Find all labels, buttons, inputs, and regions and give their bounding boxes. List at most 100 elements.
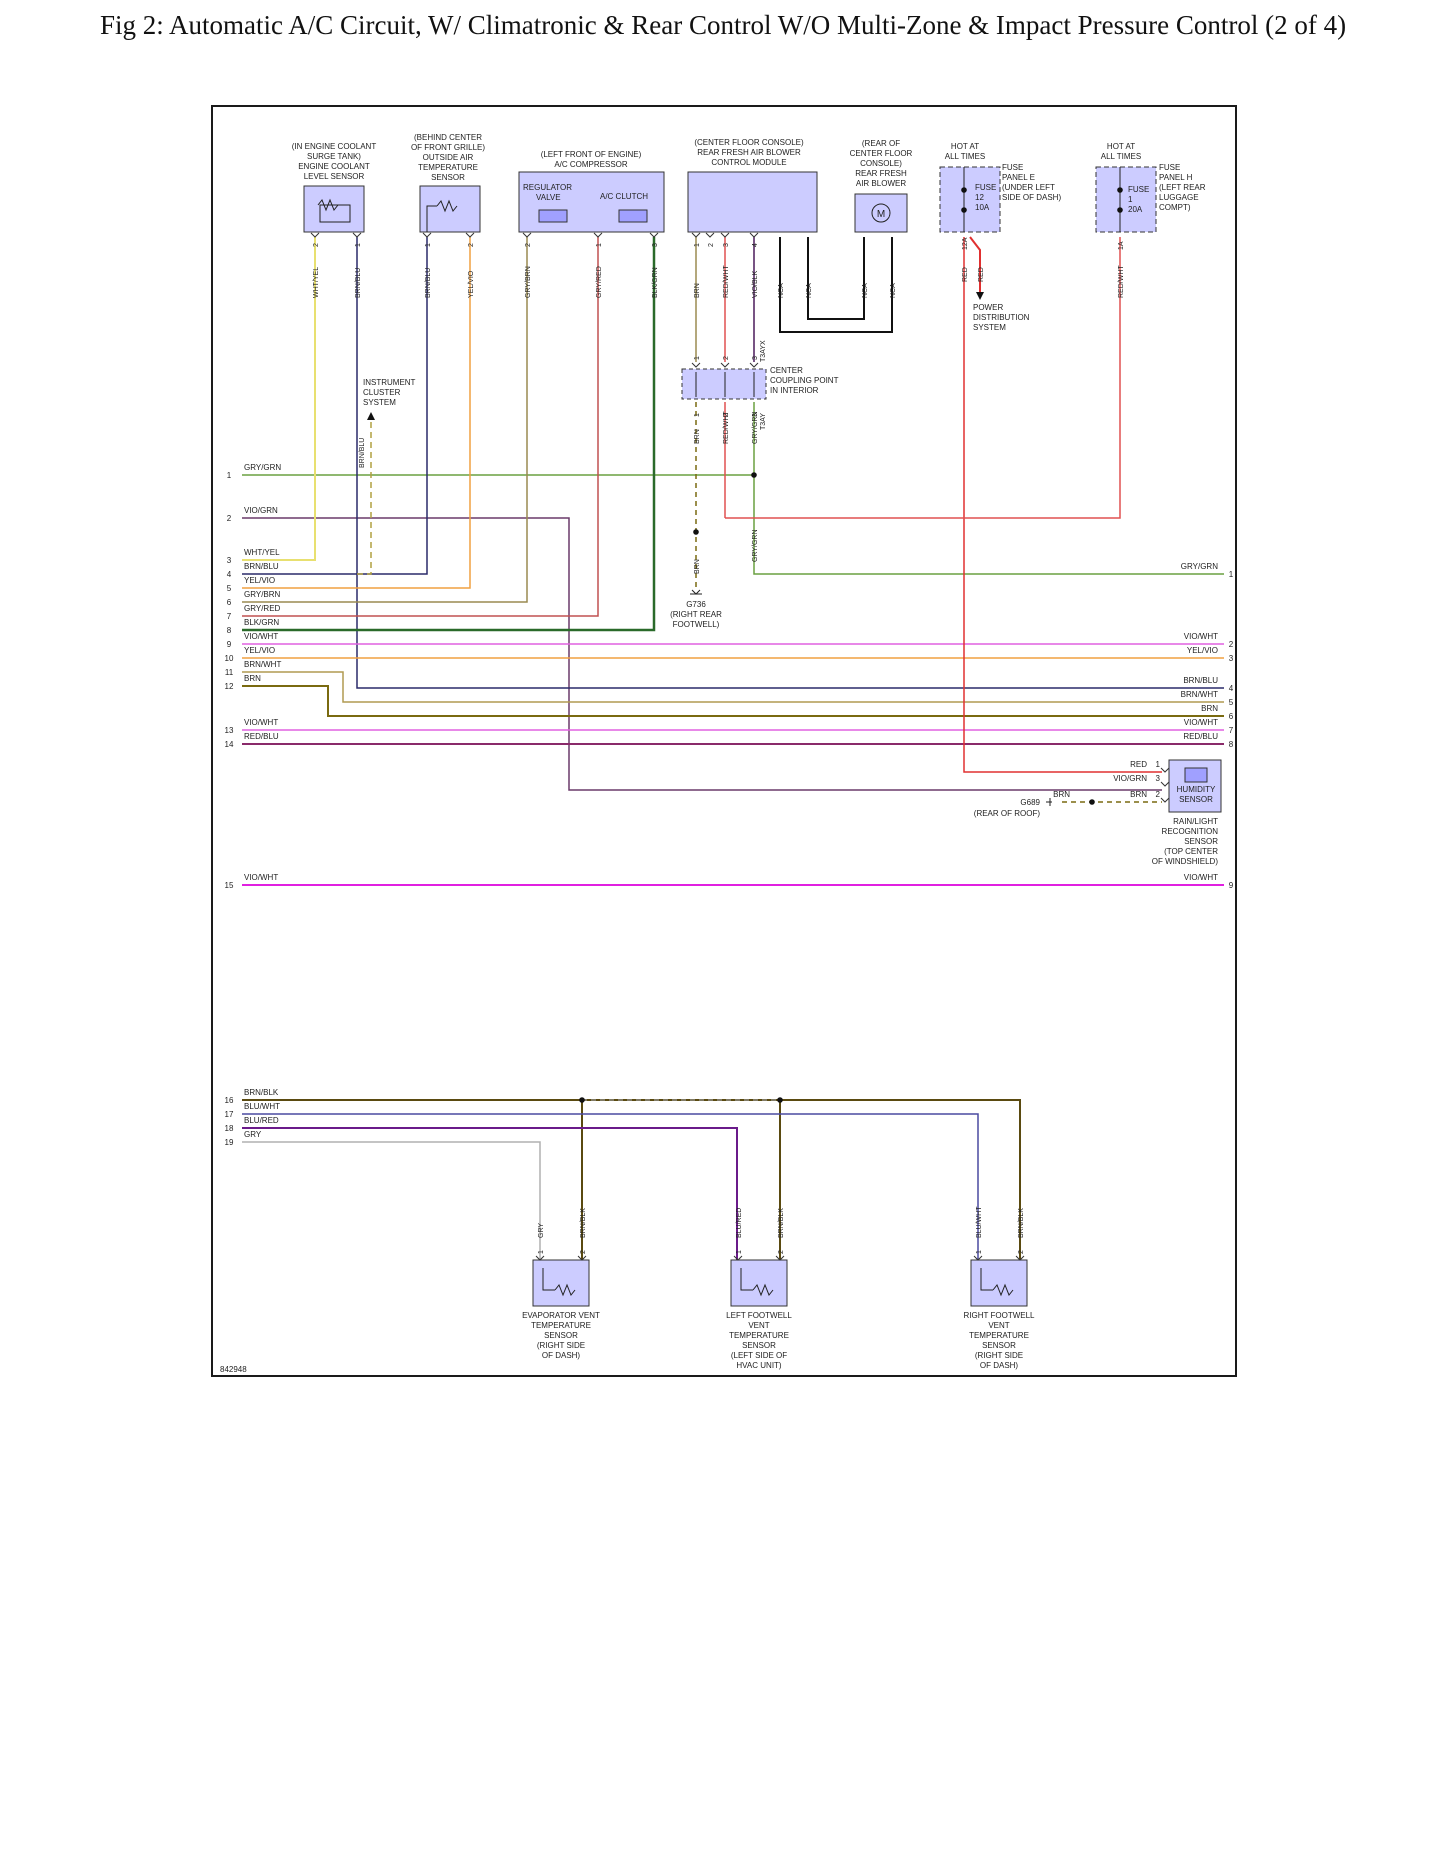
pin-number: 1 <box>694 243 701 247</box>
connector-label: T3AY <box>760 413 767 430</box>
regulator-valve-icon <box>538 209 568 223</box>
hot-at-all-times-label-line: ALL TIMES <box>945 152 985 161</box>
wire-label: BLK/GRN <box>652 267 659 298</box>
wire-gry-brn <box>242 237 528 603</box>
right-footwell-vent-temp-sensor-label-line: VENT <box>988 1321 1009 1330</box>
fuse-panel-h <box>1095 166 1157 233</box>
pin-number: 3 <box>723 243 730 247</box>
fuse-panel-e-label-line: PANEL E <box>1002 173 1035 182</box>
humidity-sensor-name-line: SENSOR <box>1179 795 1213 804</box>
left-terminal-wire-label: GRY/BRN <box>244 590 281 599</box>
wire-label: BRN <box>1053 790 1070 799</box>
power-distribution-label-line: DISTRIBUTION <box>973 313 1030 322</box>
rear-blower-label-line: (REAR OF <box>862 139 900 148</box>
splice-point <box>1089 799 1095 805</box>
wire-label: BRN/BLK <box>580 1208 587 1238</box>
center-coupling-point <box>681 368 767 400</box>
left-terminal-number: 1 <box>227 471 232 480</box>
fuse-panel-e <box>939 166 1001 233</box>
evaporator-vent-temp-sensor <box>532 1259 590 1307</box>
pin-number: 2 <box>525 243 532 247</box>
blower-module-label-line: REAR FRESH AIR BLOWER <box>697 148 801 157</box>
evaporator-vent-temp-sensor-label-line: EVAPORATOR VENT <box>522 1311 600 1320</box>
instrument-cluster-label-line: SYSTEM <box>363 398 396 407</box>
wire-brn <box>242 685 1224 717</box>
rain-light-sensor-label-line: SENSOR <box>1184 837 1218 846</box>
wire-label: BLU/RED <box>736 1208 743 1238</box>
air-temp-sensor-label-line: OF FRONT GRILLE) <box>411 143 485 152</box>
pin-number: 2 <box>778 1250 785 1254</box>
wire-nca-outer <box>779 237 893 333</box>
left-terminal-number: 12 <box>225 682 234 691</box>
pin-connector <box>749 232 759 238</box>
wiring-diagram: 1 GRY/GRN 2 VIO/GRN 3 WHT/YEL 4 BRN/BLU 5 YEL/VIO… <box>211 105 1237 1377</box>
pin-connector <box>1160 781 1170 787</box>
left-terminal-number: 11 <box>225 668 234 677</box>
wire-label: RED <box>1130 760 1147 769</box>
rear-blower-label-line: AIR BLOWER <box>856 179 906 188</box>
ground-g689-label: G689 <box>1020 798 1040 807</box>
left-terminal-wire-label: GRY <box>244 1130 262 1139</box>
wire-label: NCA <box>806 283 813 298</box>
left-terminal-wire-label: BLU/WHT <box>244 1102 280 1111</box>
right-terminal-number: 3 <box>1229 654 1234 663</box>
coolant-sensor-label-line: (IN ENGINE COOLANT <box>292 142 377 151</box>
coupling-label-line: COUPLING POINT <box>770 376 839 385</box>
labels-layer: 1 GRY/GRN 2 VIO/GRN 3 WHT/YEL 4 BRN/BLU 5 YEL/VIO… <box>220 133 1234 1374</box>
left-terminal-number: 19 <box>225 1138 234 1147</box>
right-terminal-wire-label: VIO/WHT <box>1184 632 1218 641</box>
left-terminal-wire-label: VIO/WHT <box>244 718 278 727</box>
instrument-arrow-icon <box>367 412 375 420</box>
left-terminal-number: 7 <box>227 612 232 621</box>
fuse-panel-h-label-line: LUGGAGE <box>1159 193 1199 202</box>
compressor-label-line: A/C COMPRESSOR <box>554 160 628 169</box>
left-terminal-number: 4 <box>227 570 232 579</box>
pin-connector <box>310 232 320 238</box>
wire-label: VIO/BLK <box>752 270 759 298</box>
fuse-terminal <box>1117 187 1123 193</box>
left-terminal-number: 13 <box>225 726 234 735</box>
ac-clutch-label: A/C CLUTCH <box>600 192 648 201</box>
rain-light-sensor-label-line: OF WINDSHIELD) <box>1152 857 1219 866</box>
rain-light-sensor-label-line: RECOGNITION <box>1162 827 1219 836</box>
wire-label: BRN <box>1130 790 1147 799</box>
coolant-sensor-label-line: LEVEL SENSOR <box>304 172 365 181</box>
blower-module-label-line: (CENTER FLOOR CONSOLE) <box>694 138 804 147</box>
pin-number: 1 <box>425 243 432 247</box>
right-footwell-vent-temp-sensor-label-line: TEMPERATURE <box>969 1331 1029 1340</box>
wire-label: VIO/GRN <box>1113 774 1147 783</box>
humidity-sensor-name-line: HUMIDITY <box>1177 785 1216 794</box>
left-terminal-wire-label: VIO/WHT <box>244 873 278 882</box>
right-footwell-vent-temp-sensor-label-line: RIGHT FOOTWELL <box>964 1311 1036 1320</box>
fuse-1-label-line: 1 <box>1128 195 1133 204</box>
wire-label: NCA <box>862 283 869 298</box>
pin-number: 1 <box>694 356 701 360</box>
splice-point <box>579 1097 585 1103</box>
air-temp-sensor-label-line: OUTSIDE AIR <box>423 153 474 162</box>
wire-label: BRN/BLU <box>359 438 366 468</box>
outside-air-temp-sensor <box>419 185 481 233</box>
ground-g736-label-line: G736 <box>686 600 706 609</box>
wire-label: NCA <box>890 283 897 298</box>
pin-number: 3 <box>752 356 759 360</box>
ground-g689-label: (REAR OF ROOF) <box>974 809 1041 818</box>
pin-number: 1 <box>736 1250 743 1254</box>
left-terminal-wire-label: BRN <box>244 674 261 683</box>
hot-at-all-times-label-line: HOT AT <box>951 142 979 151</box>
wire-label: BRN <box>694 283 701 298</box>
left-terminal-wire-label: WHT/YEL <box>244 548 280 557</box>
wire-label: BRN/BLK <box>1018 1208 1025 1238</box>
pin-number: 4 <box>752 243 759 247</box>
right-terminal-number: 4 <box>1229 684 1234 693</box>
air-temp-sensor-label-line: SENSOR <box>431 173 465 182</box>
rain-light-sensor-label-line: (TOP CENTER <box>1164 847 1218 856</box>
air-temp-sensor-label-line: TEMPERATURE <box>418 163 478 172</box>
left-terminal-wire-label: GRY/RED <box>244 604 281 613</box>
wiring-diagram-canvas: 1 GRY/GRN 2 VIO/GRN 3 WHT/YEL 4 BRN/BLU 5 YEL/VIO… <box>220 133 1234 1374</box>
left-terminal-wire-label: GRY/GRN <box>244 463 281 472</box>
right-terminal-number: 7 <box>1229 726 1234 735</box>
left-terminal-wire-label: BRN/BLU <box>244 562 279 571</box>
wire-label: RED <box>962 267 969 282</box>
left-footwell-vent-temp-sensor-label-line: SENSOR <box>742 1341 776 1350</box>
coolant-sensor-label-line: SURGE TANK) <box>307 152 361 161</box>
